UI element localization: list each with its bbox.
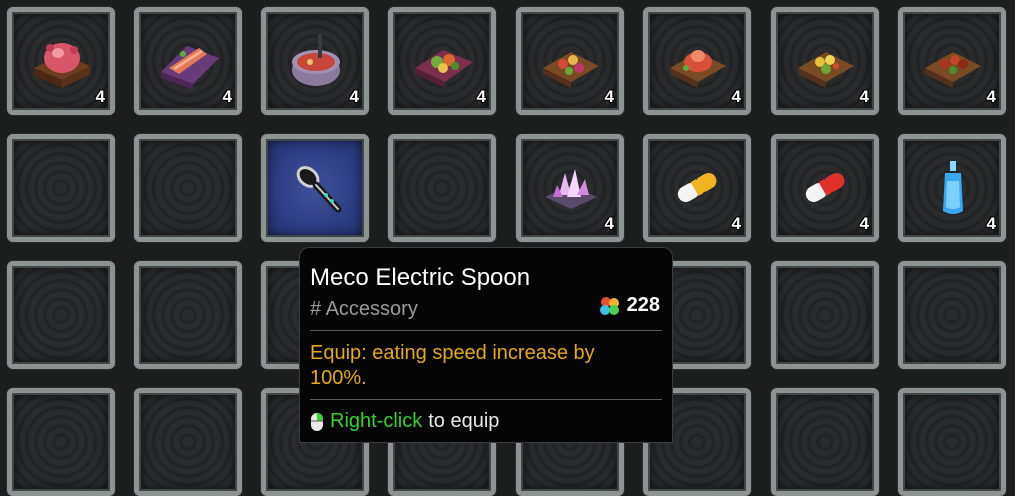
item-name: Meco Electric Spoon [310, 264, 531, 291]
inventory-slot[interactable]: 4 [771, 7, 879, 115]
inventory-slot-empty[interactable] [388, 134, 496, 242]
item-count: 4 [731, 214, 741, 233]
red-capsule-icon [805, 173, 845, 202]
item-value: 228 [597, 294, 660, 317]
inventory-slot[interactable]: 4 [516, 7, 624, 115]
stew-pot-icon [292, 34, 340, 86]
inventory-slot[interactable]: 4 [388, 7, 496, 115]
electric-spoon-icon [296, 166, 342, 213]
red-pudding-platter-icon [670, 50, 726, 88]
inventory-slot-empty[interactable] [898, 261, 1006, 369]
item-count: 4 [859, 214, 869, 233]
inventory-slot[interactable]: 4 [643, 134, 751, 242]
inventory-slot[interactable]: 4 [134, 7, 242, 115]
crystal-cluster-icon [545, 169, 597, 209]
fish-platter-icon [161, 46, 219, 90]
hint-text: to equip [428, 410, 500, 432]
mouse-right-click-icon [311, 412, 323, 431]
item-count: 4 [986, 214, 996, 233]
pink-ornament-cake-icon [34, 43, 90, 88]
item-description: Equip: eating speed increase by 100%. [310, 342, 595, 389]
inventory-slot[interactable]: 4 [643, 7, 751, 115]
inventory-slot-empty[interactable] [134, 388, 242, 496]
salad-platter-icon [415, 50, 473, 88]
inventory-slot-empty[interactable] [7, 134, 115, 242]
inventory-slot-empty[interactable] [134, 134, 242, 242]
item-count: 4 [604, 87, 614, 106]
inventory-slot[interactable]: 4 [261, 7, 369, 115]
item-count: 4 [986, 87, 996, 106]
inventory-slot-empty[interactable] [771, 261, 879, 369]
tooltip-divider [310, 399, 662, 400]
equip-hint: Right-click to equip [310, 410, 499, 433]
inventory-slot[interactable]: 4 [898, 7, 1006, 115]
item-count: 4 [604, 214, 614, 233]
inventory-slot-selected[interactable] [261, 134, 369, 242]
item-count: 4 [476, 87, 486, 106]
inventory-slot-empty[interactable] [134, 261, 242, 369]
item-count: 4 [349, 87, 359, 106]
item-type: # Accessory [310, 298, 418, 320]
inventory-slot-empty[interactable] [771, 388, 879, 496]
hint-action: Right-click [330, 410, 423, 432]
item-value-amount: 228 [626, 294, 660, 316]
item-count: 4 [222, 87, 232, 106]
corn-platter-icon [798, 52, 854, 88]
item-count: 4 [731, 87, 741, 106]
meat-skewer-platter-icon [925, 52, 981, 88]
blue-vial-icon [943, 161, 963, 214]
yellow-capsule-icon [677, 173, 717, 202]
inventory-slot[interactable]: 4 [7, 7, 115, 115]
inventory-slot-empty[interactable] [7, 388, 115, 496]
inventory-slot[interactable]: 4 [898, 134, 1006, 242]
item-count: 4 [95, 87, 105, 106]
item-tooltip: Meco Electric Spoon # Accessory 228 Equi… [299, 247, 673, 443]
inventory-slot[interactable]: 4 [771, 134, 879, 242]
inventory-slot[interactable]: 4 [516, 134, 624, 242]
berry-platter-icon [543, 52, 599, 88]
tooltip-divider [310, 330, 662, 331]
inventory-slot-empty[interactable] [898, 388, 1006, 496]
item-count: 4 [859, 87, 869, 106]
inventory-slot-empty[interactable] [7, 261, 115, 369]
value-orbs-icon [599, 296, 619, 315]
